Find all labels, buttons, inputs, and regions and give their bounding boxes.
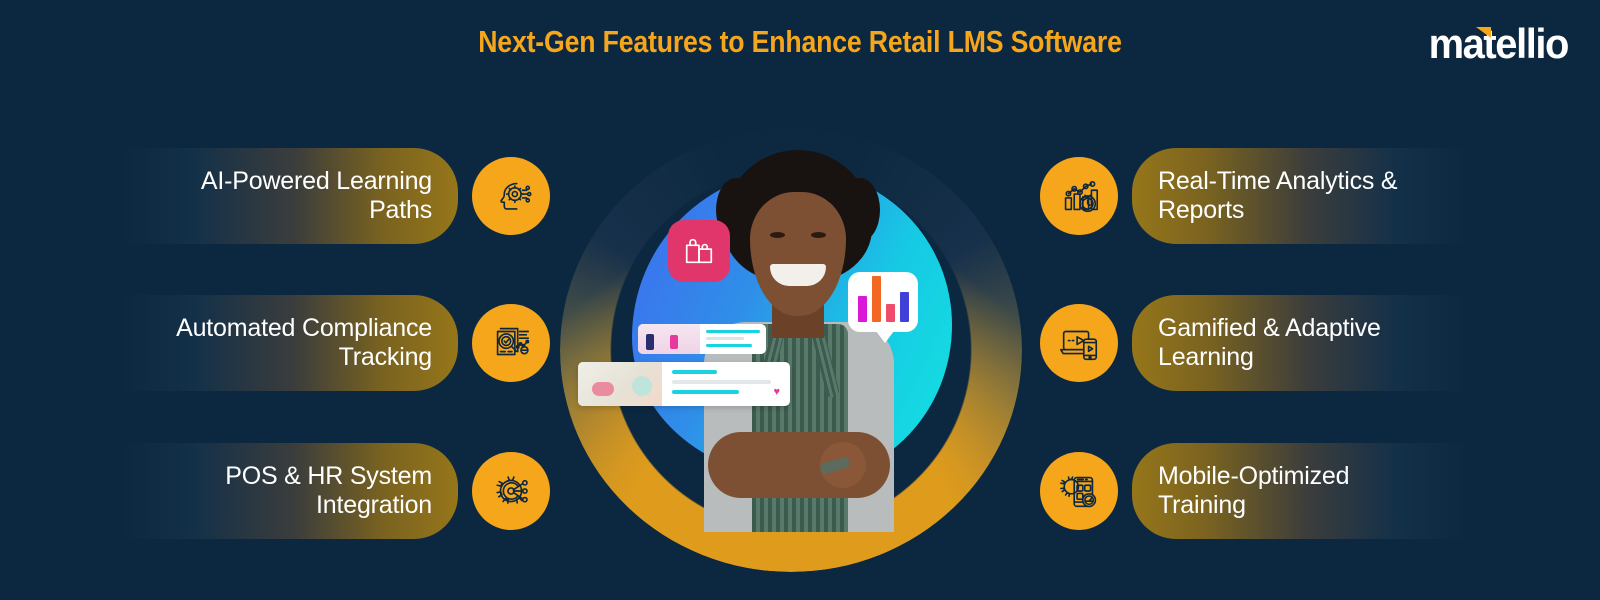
feature-label: Automated Compliance Tracking <box>176 314 432 371</box>
feature-label: AI-Powered Learning Paths <box>200 167 432 224</box>
person-eye-left <box>770 232 785 238</box>
bubble-bar-2 <box>871 276 881 322</box>
feature-pill: POS & HR System Integration <box>118 443 458 539</box>
feature-pill: Real-Time Analytics & Reports <box>1132 148 1472 244</box>
bar-chart-speech-bubble <box>848 272 918 343</box>
feature-pill: AI-Powered Learning Paths <box>118 148 458 244</box>
laptop-phone-play-icon <box>1040 304 1118 382</box>
feature-pill: Automated Compliance Tracking <box>118 295 458 391</box>
document-magnifier-check-icon <box>472 304 550 382</box>
shopping-bag-card <box>668 220 730 282</box>
feature-card-mobile-optimized-training[interactable]: Mobile-Optimized Training <box>1040 443 1472 539</box>
person-face <box>750 192 846 316</box>
feature-card-real-time-analytics-reports[interactable]: Real-Time Analytics & Reports <box>1040 148 1472 244</box>
heart-icon: ♥ <box>773 386 780 398</box>
bubble-bar-4 <box>899 292 909 322</box>
course-thumbnail-shopping <box>638 324 700 354</box>
feature-label: Mobile-Optimized Training <box>1158 462 1350 519</box>
feature-pill: Mobile-Optimized Training <box>1132 443 1472 539</box>
person-eye-right <box>811 232 826 238</box>
infographic-canvas: Next-Gen Features to Enhance Retail LMS … <box>0 0 1600 600</box>
course-card-food: ♥ <box>578 362 790 406</box>
feature-card-ai-powered-learning-paths[interactable]: AI-Powered Learning Paths <box>118 148 550 244</box>
page-title: Next-Gen Features to Enhance Retail LMS … <box>478 24 1122 59</box>
feature-card-gamified-adaptive-learning[interactable]: Gamified & Adaptive Learning <box>1040 295 1472 391</box>
course-text-lines <box>700 324 766 354</box>
hero-illustration: ♥ <box>560 128 1022 572</box>
logo-triangle-accent <box>1476 27 1491 38</box>
course-text-lines: ♥ <box>662 362 790 406</box>
feature-label: Real-Time Analytics & Reports <box>1158 167 1398 224</box>
feature-card-automated-compliance-tracking[interactable]: Automated Compliance Tracking <box>118 295 550 391</box>
ai-head-gear-icon <box>472 157 550 235</box>
feature-label: POS & HR System Integration <box>225 462 432 519</box>
matellio-logo: matellio <box>1398 22 1570 66</box>
feature-label: Gamified & Adaptive Learning <box>1158 314 1381 371</box>
gear-network-icon <box>472 452 550 530</box>
bar-chart-clock-icon <box>1040 157 1118 235</box>
course-thumbnail-food <box>578 362 662 406</box>
feature-pill: Gamified & Adaptive Learning <box>1132 295 1472 391</box>
course-card-shopping <box>638 324 766 354</box>
bubble-bar-1 <box>857 296 867 322</box>
person-crossed-arms <box>708 432 890 498</box>
mobile-gear-speedometer-icon <box>1040 452 1118 530</box>
feature-card-pos-hr-system-integration[interactable]: POS & HR System Integration <box>118 443 550 539</box>
bubble-bar-3 <box>885 304 895 322</box>
